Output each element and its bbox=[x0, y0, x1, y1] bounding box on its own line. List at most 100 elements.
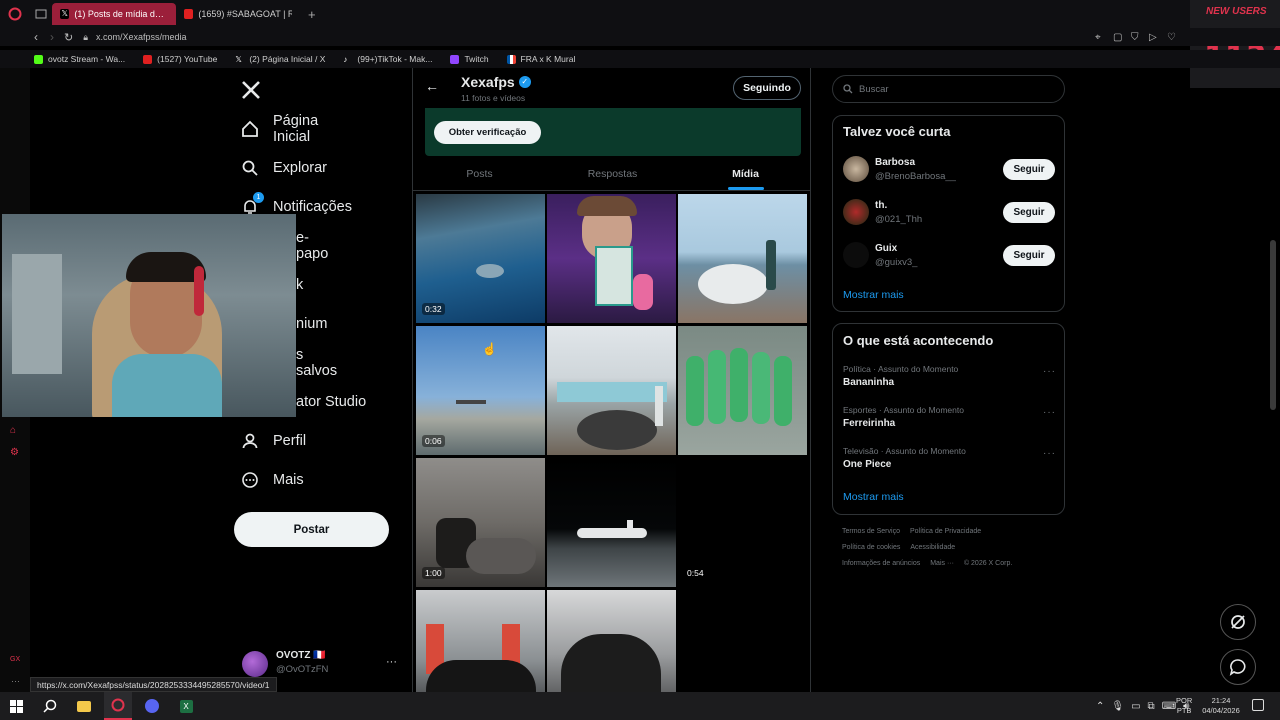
page-scrollbar[interactable] bbox=[1270, 240, 1276, 410]
new-tab-button[interactable]: + bbox=[300, 3, 324, 25]
snapshot-icon[interactable]: ▢ bbox=[1113, 32, 1122, 43]
show-more-link[interactable]: Mostrar mais bbox=[843, 491, 904, 503]
nav-premium[interactable]: nium bbox=[296, 312, 327, 336]
messages-button[interactable] bbox=[1220, 649, 1256, 685]
discord-icon[interactable] bbox=[138, 692, 166, 720]
media-tile[interactable]: 0:54 bbox=[678, 458, 807, 587]
search-box[interactable]: Buscar bbox=[832, 75, 1065, 103]
clock[interactable]: 21:24 04/04/2026 bbox=[1200, 696, 1242, 716]
grok-button[interactable] bbox=[1220, 604, 1256, 640]
settings-icon[interactable]: ⚙ bbox=[10, 447, 19, 458]
nav-more[interactable]: Mais bbox=[241, 468, 304, 492]
tab-replies[interactable]: Respostas bbox=[546, 158, 679, 190]
nav-creator-studio[interactable]: ator Studio bbox=[296, 390, 396, 414]
sidebar-app-icon[interactable]: ⌂ bbox=[10, 425, 16, 436]
footer-link[interactable]: Acessibilidade bbox=[910, 544, 955, 560]
bookmark-item[interactable]: ♪ (99+)TikTok - Mak... bbox=[343, 54, 432, 64]
bookmark-item[interactable]: Twitch bbox=[450, 54, 489, 64]
browser-tab-active[interactable]: 𝕏 (1) Posts de mídia de Xexa bbox=[52, 3, 176, 25]
tab-posts[interactable]: Posts bbox=[413, 158, 546, 190]
media-tile[interactable]: 1:00 bbox=[416, 458, 545, 587]
gx-icon[interactable]: GX bbox=[10, 656, 20, 663]
overlay-label: NEW USERS bbox=[1206, 6, 1267, 17]
media-tile[interactable]: ☝ 0:06 bbox=[416, 326, 545, 455]
media-tile[interactable] bbox=[416, 590, 545, 692]
footer-link[interactable]: Política de cookies bbox=[842, 544, 900, 560]
network-icon[interactable]: ⧉ bbox=[1148, 701, 1155, 712]
footer-link[interactable]: Mais ··· bbox=[930, 560, 954, 576]
opera-gx-icon[interactable] bbox=[104, 692, 132, 720]
user-row[interactable]: Guix @guixv3_ Seguir bbox=[843, 242, 1058, 272]
browser-tab-bar: 𝕏 (1) Posts de mídia de Xexa (1659) #SAB… bbox=[0, 0, 1280, 28]
chat-bubble-icon bbox=[1229, 659, 1246, 676]
account-switcher[interactable]: OVOTZ 🇫🇷 @OvOTzFN ··· bbox=[242, 650, 402, 678]
tab-media[interactable]: Mídia bbox=[679, 158, 810, 190]
trend-item[interactable]: Política · Assunto do Momento Bananinha … bbox=[843, 364, 1058, 388]
follow-button[interactable]: Seguir bbox=[1003, 202, 1055, 223]
user-row[interactable]: Barbosa @BrenoBarbosa__ Seguir bbox=[843, 156, 1058, 186]
forward-icon[interactable]: › bbox=[50, 30, 54, 44]
x-icon: 𝕏 bbox=[235, 54, 242, 64]
url-field[interactable]: x.com/Xexafpss/media bbox=[96, 32, 187, 42]
media-tile[interactable] bbox=[678, 326, 807, 455]
excel-icon[interactable]: X bbox=[172, 692, 200, 720]
back-arrow-icon[interactable]: ← bbox=[425, 78, 439, 94]
keyboard-icon[interactable]: ⌨ bbox=[1162, 701, 1176, 712]
reload-icon[interactable]: ↻ bbox=[64, 31, 73, 44]
more-icon[interactable]: ··· bbox=[1043, 407, 1056, 418]
post-button[interactable]: Postar bbox=[234, 512, 389, 547]
more-icon[interactable]: ··· bbox=[1043, 448, 1056, 459]
more-icon[interactable]: ··· bbox=[1043, 366, 1056, 377]
media-tile[interactable] bbox=[547, 590, 676, 692]
windows-start-icon[interactable] bbox=[2, 692, 30, 720]
back-icon[interactable]: ‹ bbox=[34, 30, 38, 44]
follow-button[interactable]: Seguir bbox=[1003, 245, 1055, 266]
shield-icon[interactable]: ⛉ bbox=[1131, 32, 1139, 43]
pin-icon[interactable]: ⌖ bbox=[1095, 32, 1101, 43]
show-more-link[interactable]: Mostrar mais bbox=[843, 289, 904, 301]
video-duration: 0:06 bbox=[422, 435, 445, 447]
file-explorer-icon[interactable] bbox=[70, 692, 98, 720]
media-tile[interactable] bbox=[547, 326, 676, 455]
following-button[interactable]: Seguindo bbox=[733, 76, 801, 100]
nav-label: Perfil bbox=[273, 433, 307, 449]
nav-bookmarks[interactable]: s salvos bbox=[296, 347, 337, 379]
nav-profile[interactable]: Perfil bbox=[241, 429, 306, 453]
media-tile[interactable] bbox=[547, 458, 676, 587]
footer-link[interactable]: Política de Privacidade bbox=[910, 528, 981, 544]
bookmark-item[interactable]: FRA x K Mural bbox=[506, 54, 575, 64]
display-icon[interactable]: ▭ bbox=[1131, 701, 1140, 712]
more-circle-icon bbox=[241, 471, 259, 489]
microphone-icon[interactable]: 🎙︎ bbox=[1111, 701, 1124, 712]
search-icon[interactable] bbox=[36, 692, 64, 720]
bookmark-item[interactable]: 𝕏 (2) Página Inicial / X bbox=[235, 54, 325, 64]
play-icon[interactable]: ▷ bbox=[1149, 32, 1157, 43]
media-tile[interactable] bbox=[678, 194, 807, 323]
nav-chat[interactable]: e-papo bbox=[296, 230, 328, 262]
footer-link[interactable]: Termos de Serviço bbox=[842, 528, 900, 544]
heart-icon[interactable]: ♡ bbox=[1167, 32, 1176, 43]
user-row[interactable]: th. @021_Thh Seguir bbox=[843, 199, 1058, 229]
footer-link[interactable]: Informações de anúncios bbox=[842, 560, 920, 576]
nav-home[interactable]: Página Inicial bbox=[241, 113, 318, 145]
user-name: th. bbox=[875, 200, 888, 211]
notifications-icon[interactable] bbox=[1252, 699, 1264, 711]
trend-item[interactable]: Esportes · Assunto do Momento Ferreirinh… bbox=[843, 405, 1058, 429]
tab-overview-icon[interactable] bbox=[30, 0, 52, 28]
nav-grok[interactable]: k bbox=[296, 273, 303, 297]
media-tile[interactable] bbox=[547, 194, 676, 323]
get-verified-button[interactable]: Obter verificação bbox=[434, 121, 541, 144]
bookmark-item[interactable]: (1527) YouTube bbox=[143, 54, 217, 64]
media-tile[interactable]: 0:32 bbox=[416, 194, 545, 323]
browser-tab[interactable]: (1659) #SABAGOAT | R$5... bbox=[176, 3, 300, 25]
x-logo-icon[interactable] bbox=[240, 79, 262, 101]
follow-button[interactable]: Seguir bbox=[1003, 159, 1055, 180]
bookmark-item[interactable]: ovotz Stream - Wa... bbox=[34, 54, 125, 64]
trend-item[interactable]: Televisão · Assunto do Momento One Piece… bbox=[843, 446, 1058, 470]
input-language[interactable]: POR PTB bbox=[1176, 696, 1192, 716]
trends-card: O que está acontecendo Política · Assunt… bbox=[832, 323, 1065, 515]
opera-logo-icon[interactable] bbox=[0, 0, 30, 28]
chevron-up-icon[interactable]: ⌃ bbox=[1096, 701, 1104, 712]
nav-explore[interactable]: Explorar bbox=[241, 156, 327, 180]
sidebar-more-icon[interactable]: ··· bbox=[11, 676, 20, 686]
